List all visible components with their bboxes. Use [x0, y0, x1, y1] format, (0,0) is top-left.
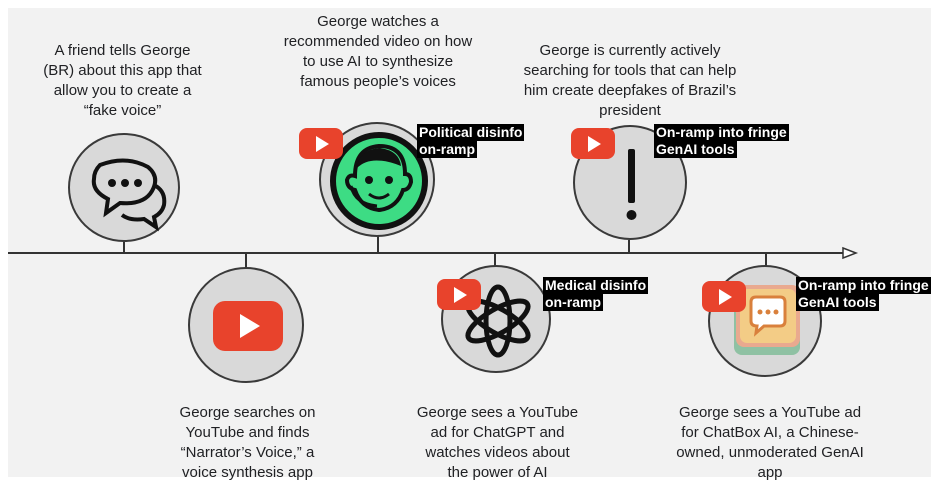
- youtube-badge-icon: [299, 128, 343, 159]
- tag-line: GenAI tools: [654, 141, 737, 158]
- event-caption-chatbox: George sees a YouTube ad for ChatBox AI,…: [676, 404, 864, 481]
- youtube-badge-icon: [571, 128, 615, 159]
- tag-medical-disinfo: Medical disinfo on-ramp: [543, 277, 649, 311]
- tag-line: on-ramp: [417, 141, 477, 158]
- tag-line: GenAI tools: [796, 294, 879, 311]
- event-caption-narrator: George searches on YouTube and finds “Na…: [179, 404, 316, 481]
- event-node-friend: [68, 133, 180, 242]
- tag-line: Political disinfo: [417, 124, 525, 141]
- event-caption-search: George is currently actively searching f…: [523, 42, 737, 119]
- event-caption-friend: A friend tells George (BR) about this ap…: [43, 42, 202, 119]
- event-caption-chatgpt: George sees a YouTube ad for ChatGPT and…: [416, 404, 579, 481]
- timeline-tick: [628, 240, 630, 254]
- youtube-icon: [213, 301, 283, 351]
- tag-line: on-ramp: [543, 294, 603, 311]
- chat-bubbles-icon: [91, 158, 167, 232]
- event-node-youtube: [188, 267, 304, 383]
- youtube-badge-icon: [702, 281, 746, 312]
- tag-political-disinfo: Political disinfo on-ramp: [417, 124, 525, 158]
- event-caption-video: George watches a recommended video on ho…: [283, 13, 473, 90]
- youtube-badge-icon: [437, 279, 481, 310]
- tag-fringe-genai-bottom: On-ramp into fringe GenAI tools: [796, 277, 931, 311]
- tag-line: Medical disinfo: [543, 277, 649, 294]
- tag-line: On-ramp into fringe: [654, 124, 789, 141]
- tag-fringe-genai-top: On-ramp into fringe GenAI tools: [654, 124, 789, 158]
- tag-line: On-ramp into fringe: [796, 277, 931, 294]
